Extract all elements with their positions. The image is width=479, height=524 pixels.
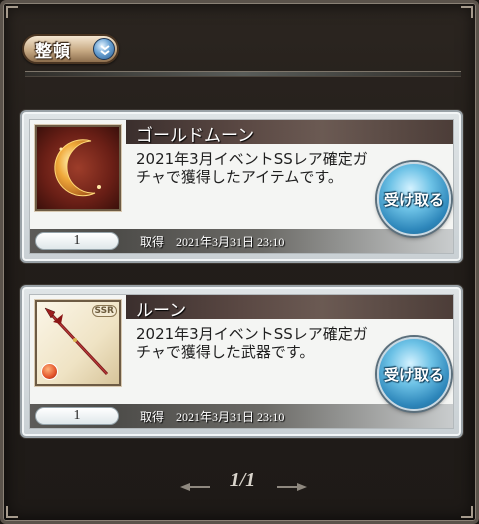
obtained-info: 取得 2021年3月31日 23:10 (140, 233, 284, 250)
item-name-bar: ゴールドムーン (126, 120, 453, 146)
fire-element-icon (41, 363, 58, 380)
gold-moon-icon (35, 125, 121, 211)
next-page-icon[interactable] (277, 477, 307, 496)
gift-item-card: SSR ルーン 2021年3月イベントSSレア確定ガチャで獲得した武器です。 1… (20, 285, 463, 438)
receive-button-label: 受け取る (383, 365, 444, 384)
item-name-bar: ルーン (126, 295, 453, 321)
divider (25, 71, 461, 77)
receive-button[interactable]: 受け取る (377, 162, 451, 236)
item-quantity: 1 (35, 407, 119, 425)
obtained-label: 取得 (140, 235, 165, 249)
obtained-date: 2021年3月31日 23:10 (176, 235, 285, 249)
frame-corner (461, 6, 473, 18)
receive-button-label: 受け取る (383, 190, 444, 209)
pagination: 1/1 (3, 467, 479, 497)
frame-corner (6, 6, 18, 18)
obtained-info: 取得 2021年3月31日 23:10 (140, 408, 284, 425)
item-info-bar: 1 取得 2021年3月31日 23:10 (30, 229, 453, 253)
receive-button[interactable]: 受け取る (377, 337, 451, 411)
chevron-down-icon (93, 38, 115, 60)
obtained-label: 取得 (140, 410, 165, 424)
frame-corner (6, 506, 18, 518)
item-description: 2021年3月イベントSSレア確定ガチャで獲得した武器です。 (136, 325, 368, 361)
gift-box-panel: 整頓 ゴールドムーン 2021年3月イベントSSレア確定ガチャで獲得したアイテム… (0, 0, 479, 524)
obtained-date: 2021年3月31日 23:10 (176, 410, 285, 424)
item-description: 2021年3月イベントSSレア確定ガチャで獲得したアイテムです。 (136, 150, 368, 186)
item-info-bar: 1 取得 2021年3月31日 23:10 (30, 404, 453, 428)
sort-button-label: 整頓 (35, 41, 71, 62)
frame-corner (461, 506, 473, 518)
spear-weapon-icon: SSR (35, 300, 121, 386)
gift-item-card: ゴールドムーン 2021年3月イベントSSレア確定ガチャで獲得したアイテムです。… (20, 110, 463, 263)
item-quantity: 1 (35, 232, 119, 250)
rarity-badge: SSR (91, 305, 117, 317)
item-name: ゴールドムーン (136, 126, 255, 146)
item-name: ルーン (136, 301, 187, 321)
page-indicator: 1/1 (229, 469, 256, 491)
sort-button[interactable]: 整頓 (22, 34, 119, 64)
